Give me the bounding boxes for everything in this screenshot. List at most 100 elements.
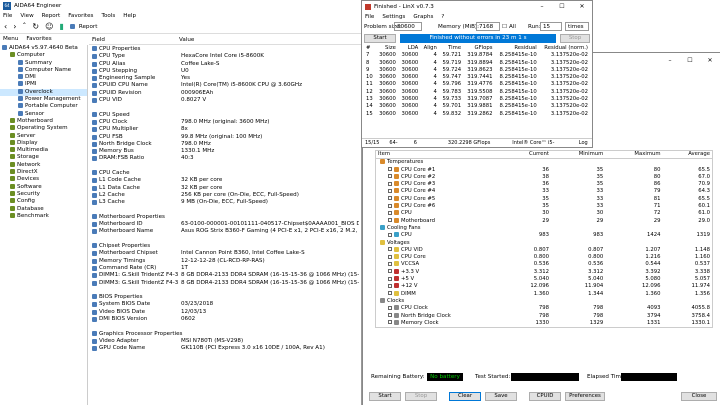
back-icon[interactable]: ‹ — [4, 22, 7, 31]
property-row[interactable]: CPUID CPU Name Intel(R) Core(TM) i5-8600K… — [89, 82, 361, 89]
linx-result-row[interactable]: 12 30600 30600 4 59.783 319.5508 8.258415e-10 3… — [364, 89, 590, 96]
linx-menu-settings[interactable]: Settings — [382, 14, 405, 20]
tree-item[interactable]: Storage — [0, 154, 87, 161]
sensor-checkbox[interactable] — [388, 313, 392, 318]
tree-item[interactable]: Sensor — [0, 110, 87, 118]
tree-item[interactable]: Devices — [0, 176, 87, 183]
linx-column-header[interactable]: Time — [439, 45, 463, 52]
menu-favorites[interactable]: Favorites — [68, 13, 93, 19]
tree-item[interactable]: Computer Name — [0, 66, 87, 74]
sensor-checkbox[interactable] — [388, 181, 392, 186]
linx-column-header[interactable]: Residual — [495, 45, 539, 52]
linx-result-row[interactable]: 13 30600 30600 4 59.733 319.7087 8.258415e-10 3… — [364, 96, 590, 103]
section-header[interactable]: CPU Speed — [89, 111, 361, 119]
close-icon[interactable]: ✕ — [572, 1, 592, 12]
property-row[interactable]: CPU Multiplier 8x — [89, 126, 361, 133]
property-row[interactable]: CPU Alias Coffee Lake-S — [89, 61, 361, 68]
sensor-column-header[interactable]: Average — [663, 151, 713, 159]
tree-item[interactable]: Benchmark — [0, 212, 87, 220]
linx-result-row[interactable]: 8 30600 30600 4 59.719 319.8894 8.258415e-10 3.… — [364, 60, 590, 67]
sensor-checkbox[interactable] — [388, 188, 392, 193]
problem-size-input[interactable]: 30600 — [394, 22, 422, 31]
property-row[interactable]: L1 Data Cache 32 KB per core — [89, 185, 361, 192]
sensor-row[interactable]: CPU 30 30 72 61.0 — [376, 210, 713, 217]
sensor-checkbox[interactable] — [388, 196, 392, 201]
times-select[interactable]: times — [565, 22, 589, 31]
menu-view[interactable]: View — [20, 13, 33, 19]
property-row[interactable]: Video Adapter MSI N780Ti (MS-V298) — [89, 338, 361, 345]
linx-menu-file[interactable]: File — [365, 14, 374, 20]
property-row[interactable]: Video BIOS Date 12/03/13 — [89, 309, 361, 316]
up-icon[interactable]: ˆ — [22, 22, 26, 31]
sensor-checkbox[interactable] — [388, 269, 392, 274]
sensor-column-header[interactable]: Maximum — [605, 151, 662, 159]
property-row[interactable]: DRAM:FSB Ratio 40:3 — [89, 155, 361, 162]
sensor-row[interactable]: Memory Clock 1330 1329 1331 1330.1 — [376, 319, 713, 328]
stab-cpuid-button[interactable]: CPUID — [529, 392, 561, 401]
linx-stop-button[interactable]: Stop — [560, 34, 590, 43]
property-row[interactable]: System BIOS Date 03/23/2018 — [89, 301, 361, 308]
sensor-checkbox[interactable] — [388, 167, 392, 172]
minimize-icon[interactable]: – — [532, 1, 552, 12]
linx-menu-help[interactable]: ? — [441, 14, 444, 20]
sensor-checkbox[interactable] — [388, 291, 392, 296]
sensor-row[interactable]: North Bridge Clock 798 798 3794 3758.4 — [376, 312, 713, 320]
tree-item[interactable]: Database — [0, 205, 87, 213]
property-row[interactable]: Engineering Sample Yes — [89, 75, 361, 82]
property-row[interactable]: North Bridge Clock 798.0 MHz — [89, 141, 361, 148]
sensor-checkbox[interactable] — [388, 174, 392, 179]
maximize-icon[interactable]: ☐ — [552, 1, 572, 12]
sensor-group-row[interactable]: Cooling Fans — [376, 224, 713, 232]
sensor-row[interactable]: CPU Core #4 33 33 79 64.3 — [376, 188, 713, 195]
tree-item[interactable]: DirectX — [0, 169, 87, 176]
tree-item[interactable]: Portable Computer — [0, 103, 87, 110]
sensor-checkbox[interactable] — [388, 254, 392, 259]
column-field[interactable]: Field — [89, 36, 179, 44]
sensor-column-header[interactable]: Minimum — [551, 151, 605, 159]
tree-item[interactable]: IPMI — [0, 81, 87, 88]
linx-column-header[interactable]: Residual (norm.) — [539, 45, 590, 52]
linx-result-row[interactable]: 9 30600 30600 4 59.724 319.8623 8.258415e-10 3.… — [364, 67, 590, 74]
sensor-checkbox[interactable] — [388, 261, 392, 266]
sensor-column-header[interactable]: Current — [506, 151, 551, 159]
refresh-icon[interactable]: ↻ — [32, 22, 39, 31]
sensor-group-row[interactable]: Clocks — [376, 297, 713, 305]
log-button[interactable]: Log » — [579, 139, 592, 147]
sensor-row[interactable]: CPU Core #1 36 35 80 65.5 — [376, 166, 713, 174]
sensor-row[interactable]: +3.3 V 3.312 3.312 3.392 3.338 — [376, 268, 713, 276]
sensor-group-row[interactable]: Voltages — [376, 239, 713, 247]
linx-menu-graphs[interactable]: Graphs — [413, 14, 433, 20]
linx-column-header[interactable]: Align — [420, 45, 439, 52]
forward-icon[interactable]: › — [13, 22, 16, 31]
sensor-checkbox[interactable] — [388, 276, 392, 281]
property-row[interactable]: DIMM3: G.Skill TridentZ F4-3... 8 GB DDR4… — [89, 280, 361, 287]
sensor-row[interactable]: CPU Core #2 38 35 80 67.0 — [376, 173, 713, 181]
property-row[interactable]: L2 Cache 256 KB per core (On-Die, ECC, Fu… — [89, 192, 361, 199]
property-row[interactable]: GPU Code Name GK110B (PCI Express 3.0 x16… — [89, 345, 361, 352]
tree-item[interactable]: Operating System — [0, 125, 87, 132]
stab-preferences-button[interactable]: Preferences — [565, 392, 605, 401]
property-row[interactable]: Motherboard ID 63-0100-000001-00101111-04… — [89, 221, 361, 228]
user-icon[interactable]: ☺ — [45, 22, 53, 31]
property-row[interactable]: CPU Stepping U0 — [89, 68, 361, 75]
section-header[interactable]: CPU Properties — [89, 46, 361, 53]
sensor-checkbox[interactable] — [388, 283, 392, 288]
tree-item[interactable]: Security — [0, 190, 87, 198]
all-checkbox[interactable]: ☐ — [502, 24, 507, 30]
sensor-row[interactable]: CPU Clock 798 798 4093 4055.8 — [376, 305, 713, 312]
sensor-checkbox[interactable] — [388, 210, 392, 215]
linx-start-button[interactable]: Start — [364, 34, 396, 43]
tree-item[interactable]: Power Management — [0, 96, 87, 103]
sensor-row[interactable]: CPU Core #3 36 35 86 70.9 — [376, 181, 713, 188]
sensor-row[interactable]: Motherboard 29 29 29 29.0 — [376, 217, 713, 225]
property-row[interactable]: DMI BIOS Version 0602 — [89, 316, 361, 323]
property-row[interactable]: CPU FSB 99.8 MHz (original: 100 MHz) — [89, 134, 361, 141]
linx-result-row[interactable]: 15 30600 30600 4 59.832 319.2862 8.258415e-10 3… — [364, 111, 590, 118]
tree-item[interactable]: DMI — [0, 74, 87, 81]
chart-icon[interactable]: ▮ — [59, 22, 63, 31]
linx-column-header[interactable]: LDA — [398, 45, 420, 52]
property-row[interactable]: L3 Cache 9 MB (On-Die, ECC, Full-Speed) — [89, 199, 361, 206]
report-button[interactable]: Report — [69, 24, 97, 30]
menu-tools[interactable]: Tools — [101, 13, 115, 19]
stab-minimize-icon[interactable]: – — [660, 55, 680, 66]
